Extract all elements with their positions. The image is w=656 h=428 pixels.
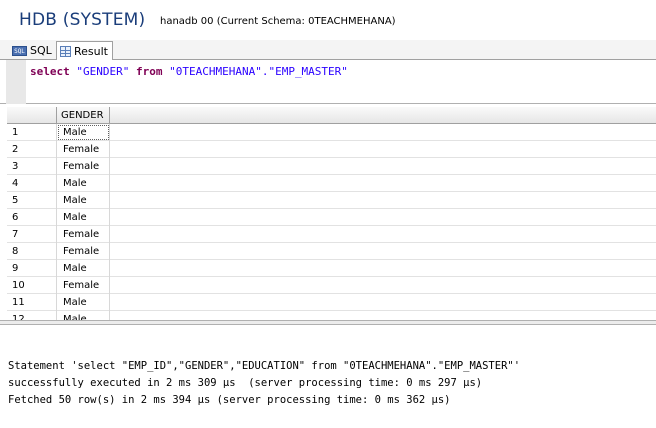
row-number: 11	[7, 294, 57, 311]
table-row[interactable]: 7 Female	[7, 226, 656, 243]
row-number: 9	[7, 260, 57, 277]
table-row[interactable]: 5 Male	[7, 192, 656, 209]
editor-gutter	[6, 60, 26, 104]
table-row[interactable]: 1 Male	[7, 124, 656, 141]
cell-gender[interactable]: Female	[57, 277, 110, 294]
cell-gender[interactable]: Male	[57, 192, 110, 209]
row-number-header[interactable]	[7, 107, 57, 124]
sql-statement[interactable]: select "GENDER" from "0TEACHMEHANA"."EMP…	[30, 65, 348, 78]
message-console: Statement 'select "EMP_ID","GENDER","EDU…	[0, 325, 656, 428]
cell-gender[interactable]: Male	[57, 294, 110, 311]
sql-editor[interactable]: select "GENDER" from "0TEACHMEHANA"."EMP…	[0, 60, 656, 104]
table-row[interactable]: 11 Male	[7, 294, 656, 311]
tab-sql-label: SQL	[30, 44, 52, 57]
row-number: 6	[7, 209, 57, 226]
column-header-gender[interactable]: GENDER	[57, 107, 110, 124]
table-row[interactable]: 3 Female	[7, 158, 656, 175]
row-number: 8	[7, 243, 57, 260]
grid-icon	[60, 45, 71, 57]
row-number: 1	[7, 124, 57, 141]
row-number: 2	[7, 141, 57, 158]
cell-gender[interactable]: Female	[57, 158, 110, 175]
console-line-fetched: Fetched 50 row(s) in 2 ms 394 µs (server…	[8, 394, 451, 406]
table-row[interactable]: 2 Female	[7, 141, 656, 158]
connection-subtitle: hanadb 00 (Current Schema: 0TEACHMEHANA)	[160, 16, 396, 27]
sql-table: "0TEACHMEHANA"."EMP_MASTER"	[169, 65, 348, 78]
table-row[interactable]: 10 Female	[7, 277, 656, 294]
table-row[interactable]: 4 Male	[7, 175, 656, 192]
cell-gender[interactable]: Female	[57, 243, 110, 260]
row-number: 3	[7, 158, 57, 175]
sql-icon: SQL	[12, 45, 27, 56]
table-row[interactable]: 8 Female	[7, 243, 656, 260]
console-line-statement: Statement 'select "EMP_ID","GENDER","EDU…	[8, 360, 521, 372]
tab-sql[interactable]: SQL SQL	[8, 41, 56, 60]
row-number: 4	[7, 175, 57, 192]
sql-keyword-select: select	[30, 65, 70, 78]
connection-title: HDB (SYSTEM)	[19, 10, 146, 30]
cell-gender[interactable]: Male	[57, 260, 110, 277]
grid-header: GENDER	[7, 107, 656, 124]
sql-keyword-from: from	[135, 65, 163, 78]
table-row[interactable]: 9 Male	[7, 260, 656, 277]
tab-result[interactable]: Result	[56, 41, 113, 61]
tab-result-label: Result	[74, 44, 108, 58]
row-number: 7	[7, 226, 57, 243]
cell-gender[interactable]: Female	[57, 226, 110, 243]
grid-rows: 1 Male 2 Female 3 Female 4 Male 5 Male 6 Male 7 Femal…	[7, 124, 656, 320]
cell-gender[interactable]: Male	[57, 175, 110, 192]
cell-gender[interactable]: Male	[57, 124, 110, 141]
cell-gender[interactable]: Male	[57, 209, 110, 226]
editor-tabbar: SQL SQL Result	[0, 40, 656, 61]
table-row[interactable]: 12 Male	[7, 311, 656, 320]
cell-gender[interactable]: Female	[57, 141, 110, 158]
row-number: 12	[7, 311, 57, 320]
cell-gender[interactable]: Male	[57, 311, 110, 320]
sql-column: "GENDER"	[76, 65, 130, 78]
console-line-executed: successfully executed in 2 ms 309 µs (se…	[8, 377, 483, 389]
result-grid[interactable]: GENDER 1 Male 2 Female 3 Female 4 Male 5 Male 6 Mal…	[0, 104, 656, 320]
row-number: 5	[7, 192, 57, 209]
row-number: 10	[7, 277, 57, 294]
table-row[interactable]: 6 Male	[7, 209, 656, 226]
editor-header: HDB (SYSTEM) hanadb 00 (Current Schema: …	[0, 0, 656, 40]
